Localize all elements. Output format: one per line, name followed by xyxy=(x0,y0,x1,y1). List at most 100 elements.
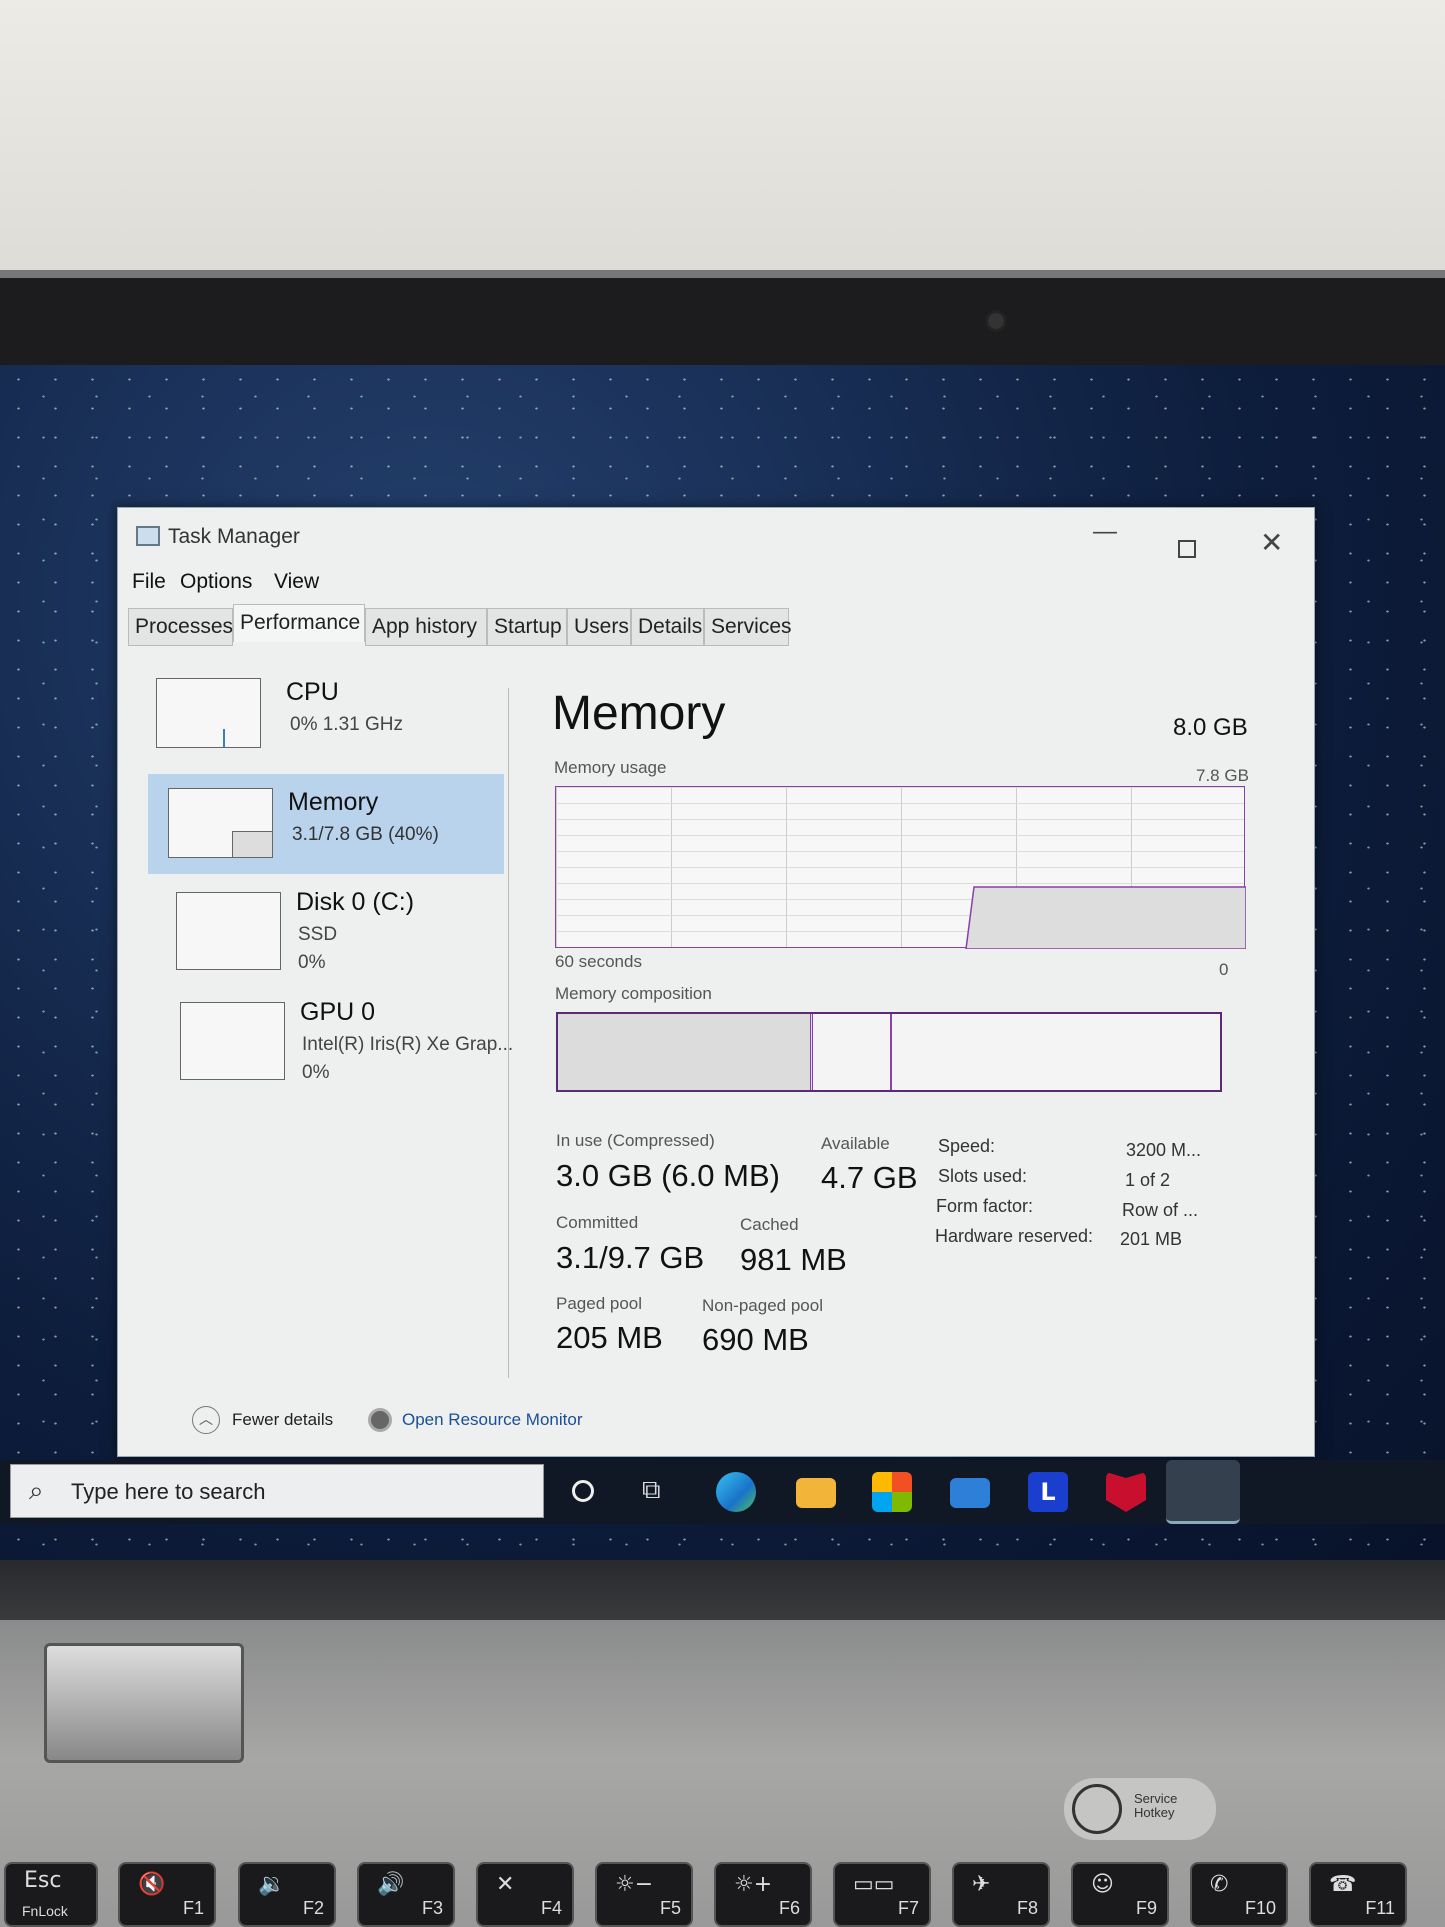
open-resource-monitor-link[interactable]: Open Resource Monitor xyxy=(368,1406,608,1436)
key-f1[interactable]: 🔇 F1 xyxy=(118,1862,216,1927)
chevron-up-icon: ︿ xyxy=(192,1406,220,1434)
spec-value-form-factor: Row of ... xyxy=(1122,1200,1199,1220)
resource-monitor-label: Open Resource Monitor xyxy=(402,1410,583,1429)
key-f11[interactable]: ☎ F11 xyxy=(1309,1862,1407,1927)
stat-value-cached: 981 MB xyxy=(740,1242,847,1277)
usage-label: Memory usage xyxy=(554,758,667,777)
tab-processes[interactable]: Processes xyxy=(128,608,233,646)
total-memory: 8.0 GB xyxy=(1173,714,1248,741)
key-f10[interactable]: ✆ F10 xyxy=(1190,1862,1288,1927)
service-hotkey-label: Service Hotkey xyxy=(1134,1791,1178,1820)
menu-view[interactable]: View xyxy=(274,570,319,594)
mcafee-icon[interactable] xyxy=(1106,1472,1146,1512)
stat-label-in-use: In use (Compressed) xyxy=(556,1131,715,1150)
disk-label: Disk 0 (C:) xyxy=(296,888,415,916)
stat-value-paged-pool: 205 MB xyxy=(556,1320,663,1355)
maximize-button[interactable] xyxy=(1178,540,1196,558)
service-hotkey-badge: Service Hotkey xyxy=(1064,1778,1216,1840)
app-icon xyxy=(136,526,160,546)
time-label: 60 seconds xyxy=(555,952,642,971)
stat-value-available: 4.7 GB xyxy=(821,1160,918,1195)
spec-value-speed: 3200 M... xyxy=(1126,1140,1202,1160)
stat-value-committed: 3.1/9.7 GB xyxy=(556,1240,705,1275)
store-icon[interactable] xyxy=(872,1472,912,1512)
stat-label-cached: Cached xyxy=(740,1215,799,1234)
stat-value-in-use: 3.0 GB (6.0 MB) xyxy=(556,1158,780,1193)
headset-icon xyxy=(1072,1784,1122,1834)
task-view-icon[interactable]: ⧉ xyxy=(642,1474,661,1506)
key-f7[interactable]: ▭▭ F7 xyxy=(833,1862,931,1927)
tab-services[interactable]: Services xyxy=(704,608,792,646)
composition-label: Memory composition xyxy=(555,984,712,1003)
window-title: Task Manager xyxy=(168,525,300,548)
memory-thumbnail xyxy=(168,788,273,858)
resource-monitor-icon xyxy=(368,1408,392,1432)
task-manager-taskbar-icon[interactable] xyxy=(1166,1460,1240,1524)
mail-icon[interactable] xyxy=(950,1478,990,1508)
key-f8[interactable]: ✈ F8 xyxy=(952,1862,1050,1927)
composition-cached-divider xyxy=(890,1014,892,1090)
memory-label: Memory xyxy=(288,788,379,816)
stat-value-nonpaged-pool: 690 MB xyxy=(702,1322,809,1357)
sidebar-item-gpu[interactable]: GPU 0 Intel(R) Iris(R) Xe Grap... 0% xyxy=(146,988,513,1088)
stat-label-available: Available xyxy=(821,1134,890,1153)
cortana-icon[interactable] xyxy=(572,1480,594,1502)
cpu-thumbnail xyxy=(156,678,261,748)
disk-type: SSD xyxy=(298,924,338,945)
search-box[interactable]: ⌕ Type here to search xyxy=(10,1464,544,1518)
key-f6[interactable]: ☼+ F6 xyxy=(714,1862,812,1927)
tab-details[interactable]: Details xyxy=(631,608,704,646)
minimize-button[interactable]: — xyxy=(1093,518,1117,546)
lenovo-app-icon[interactable]: L xyxy=(1028,1472,1068,1512)
memory-composition-bar xyxy=(556,1012,1222,1092)
memory-usage-graph xyxy=(555,786,1246,949)
gpu-model: Intel(R) Iris(R) Xe Grap... xyxy=(302,1034,514,1055)
stat-label-paged-pool: Paged pool xyxy=(556,1294,643,1313)
gpu-thumbnail xyxy=(180,1002,285,1080)
screen-bezel xyxy=(0,270,1445,370)
stat-label-committed: Committed xyxy=(556,1213,639,1232)
cpu-value: 0% 1.31 GHz xyxy=(290,714,403,735)
gpu-label: GPU 0 xyxy=(300,998,376,1026)
fewer-details-label: Fewer details xyxy=(232,1410,334,1429)
spec-value-slots: 1 of 2 xyxy=(1125,1170,1171,1190)
spec-label-speed: Speed: xyxy=(938,1136,996,1156)
hinge xyxy=(44,1643,244,1763)
stat-label-nonpaged-pool: Non-paged pool xyxy=(702,1296,823,1315)
task-manager-window: Task Manager — ✕ File Options View Proce… xyxy=(117,507,1315,1457)
cpu-label: CPU xyxy=(286,678,339,706)
memory-value: 3.1/7.8 GB (40%) xyxy=(292,824,439,845)
key-esc[interactable]: Esc FnLock xyxy=(4,1862,98,1927)
sidebar-item-memory[interactable]: Memory 3.1/7.8 GB (40%) xyxy=(148,774,504,874)
tab-performance[interactable]: Performance xyxy=(233,604,365,642)
spec-label-slots: Slots used: xyxy=(938,1166,1028,1186)
disk-thumbnail xyxy=(176,892,281,970)
spec-value-hw-reserved: 201 MB xyxy=(1120,1229,1183,1249)
sidebar-item-cpu[interactable]: CPU 0% 1.31 GHz xyxy=(146,668,502,768)
usage-line xyxy=(965,886,1246,949)
disk-value: 0% xyxy=(298,952,326,973)
key-f9[interactable]: ☺ F9 xyxy=(1071,1862,1169,1927)
tab-startup[interactable]: Startup xyxy=(487,608,567,646)
composition-in-use xyxy=(558,1014,813,1090)
key-f2[interactable]: 🔉 F2 xyxy=(238,1862,336,1927)
edge-icon[interactable] xyxy=(716,1472,756,1512)
menu-file[interactable]: File xyxy=(132,570,166,594)
sidebar-item-disk[interactable]: Disk 0 (C:) SSD 0% xyxy=(146,878,502,978)
gpu-value: 0% xyxy=(302,1062,330,1083)
key-f4[interactable]: ✕ F4 xyxy=(476,1862,574,1927)
fewer-details-button[interactable]: ︿ Fewer details xyxy=(192,1406,357,1436)
close-button[interactable]: ✕ xyxy=(1260,526,1283,559)
tab-users[interactable]: Users xyxy=(567,608,631,646)
key-f5[interactable]: ☼− F5 xyxy=(595,1862,693,1927)
spec-label-hw-reserved: Hardware reserved: xyxy=(935,1226,1094,1246)
key-f3[interactable]: 🔊 F3 xyxy=(357,1862,455,1927)
page-title: Memory xyxy=(552,687,726,740)
usage-max: 7.8 GB xyxy=(1196,766,1249,785)
file-explorer-icon[interactable] xyxy=(796,1478,836,1508)
tab-app-history[interactable]: App history xyxy=(365,608,487,646)
menu-options[interactable]: Options xyxy=(180,570,252,594)
search-icon: ⌕ xyxy=(29,1475,44,1505)
background-wall xyxy=(0,0,1445,275)
webcam xyxy=(985,310,1007,332)
